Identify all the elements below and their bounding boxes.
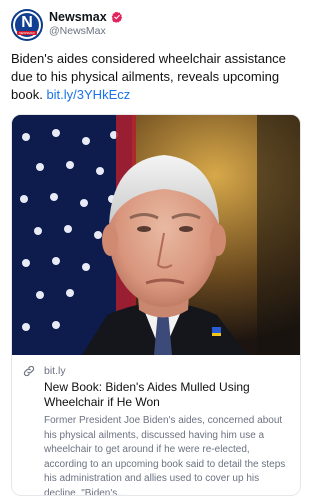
card-domain[interactable]: bit.ly bbox=[44, 365, 66, 377]
link-preview-card[interactable]: bit.ly New Book: Biden's Aides Mulled Us… bbox=[11, 114, 301, 496]
post-header: N NEWSMAX Newsmax @NewsMax bbox=[11, 9, 123, 41]
display-name[interactable]: Newsmax bbox=[49, 10, 107, 24]
card-description: Former President Joe Biden's aides, conc… bbox=[44, 415, 286, 496]
avatar-letter: N bbox=[21, 14, 33, 31]
account-handle[interactable]: @NewsMax bbox=[49, 25, 123, 37]
card-title[interactable]: New Book: Biden's Aides Mulled Using Whe… bbox=[44, 380, 290, 410]
post-link[interactable]: bit.ly/3YHkEcz bbox=[46, 87, 130, 102]
post-text: Biden's aides considered wheelchair assi… bbox=[11, 50, 303, 104]
avatar[interactable]: N NEWSMAX bbox=[11, 9, 43, 41]
account-names: Newsmax @NewsMax bbox=[49, 9, 123, 37]
verified-badge-icon bbox=[111, 11, 122, 23]
card-domain-row: bit.ly bbox=[22, 363, 290, 379]
card-body: bit.ly New Book: Biden's Aides Mulled Us… bbox=[12, 355, 300, 496]
avatar-caption: NEWSMAX bbox=[19, 31, 35, 35]
article-photo[interactable] bbox=[12, 115, 301, 355]
link-icon bbox=[23, 365, 35, 377]
name-row: Newsmax bbox=[49, 9, 123, 24]
